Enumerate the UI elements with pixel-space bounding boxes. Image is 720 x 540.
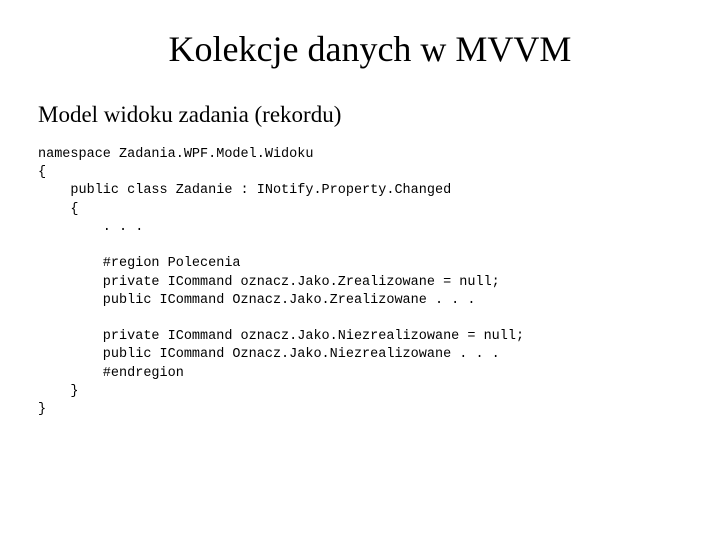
slide: Kolekcje danych w MVVM Model widoku zada… xyxy=(0,0,720,540)
code-block: namespace Zadania.WPF.Model.Widoku { pub… xyxy=(38,146,682,419)
slide-subtitle: Model widoku zadania (rekordu) xyxy=(38,102,682,128)
slide-title: Kolekcje danych w MVVM xyxy=(38,28,682,70)
